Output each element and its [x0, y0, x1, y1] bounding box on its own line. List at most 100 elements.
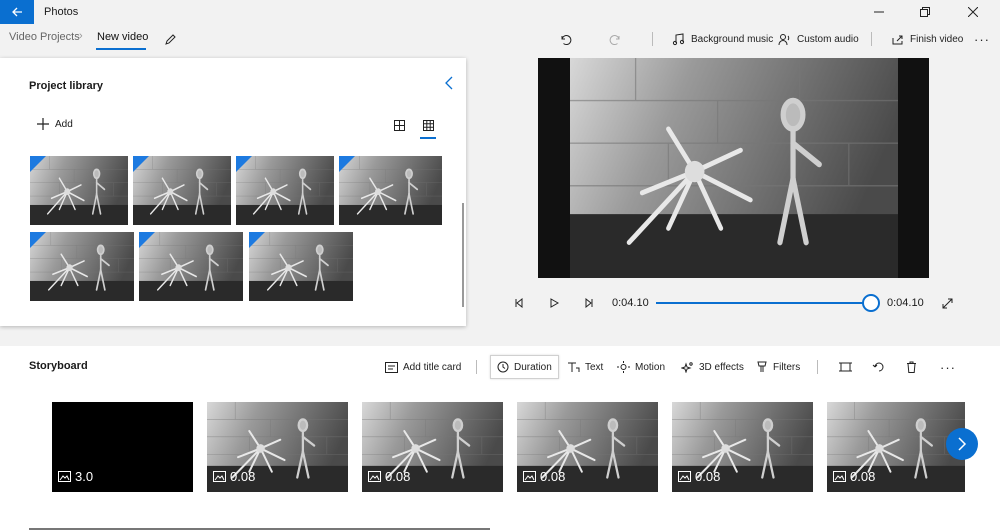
undo-button[interactable] [559, 28, 572, 50]
clip-duration-value: 0.08 [540, 469, 566, 484]
image-icon [678, 471, 691, 482]
text-button[interactable]: Text [567, 355, 603, 379]
fullscreen-button[interactable] [940, 296, 954, 310]
image-icon [523, 471, 536, 482]
chevron-left-icon [445, 76, 453, 90]
storyboard-more-button[interactable]: ··· [940, 355, 956, 379]
clip-duration: 3.0 [58, 469, 93, 484]
3d-effects-button[interactable]: 3D effects [681, 355, 744, 379]
library-thumbnail[interactable] [339, 156, 442, 225]
duration-button[interactable]: Duration [490, 355, 559, 379]
maximize-button[interactable] [902, 0, 948, 24]
add-media-button[interactable]: Add [37, 118, 73, 130]
library-thumbnail[interactable] [236, 156, 334, 225]
rename-button[interactable] [164, 28, 177, 50]
chevron-right-icon: › [79, 30, 83, 42]
playback-controls: 0:04.10 0:04.10 [500, 290, 970, 316]
sparkle-icon [681, 362, 693, 373]
storyboard-clip[interactable]: 0.08 [207, 402, 348, 492]
chevron-right-icon [958, 437, 967, 451]
clip-duration: 0.08 [678, 469, 720, 484]
video-preview[interactable] [538, 58, 929, 278]
close-icon [968, 7, 978, 17]
clip-duration-value: 0.08 [385, 469, 411, 484]
background-music-button[interactable]: Background music [672, 28, 773, 50]
title-bar: Photos [0, 0, 1000, 24]
storyboard-clip[interactable]: 0.08 [517, 402, 658, 492]
3d-effects-label: 3D effects [699, 361, 744, 373]
seek-bar[interactable] [656, 302, 872, 304]
trash-icon [907, 361, 916, 373]
add-label: Add [55, 118, 73, 130]
text-label: Text [585, 361, 604, 373]
back-button[interactable] [0, 0, 34, 24]
rotate-button[interactable] [872, 355, 885, 379]
breadcrumb-current[interactable]: New video [97, 31, 148, 43]
library-thumbnail[interactable] [30, 232, 134, 301]
toolbar-separator [871, 32, 872, 46]
more-options-button[interactable]: ··· [974, 28, 990, 50]
finish-video-button[interactable]: Finish video [891, 28, 963, 50]
resize-button[interactable] [839, 355, 852, 379]
next-frame-button[interactable] [582, 296, 596, 310]
close-button[interactable] [950, 0, 996, 24]
delete-button[interactable] [906, 355, 917, 379]
motion-button[interactable]: Motion [617, 355, 665, 379]
previous-frame-button[interactable] [512, 296, 526, 310]
storyboard-clip-title-card[interactable]: 3.0 [52, 402, 193, 492]
storyboard-separator [476, 360, 477, 374]
total-time: 0:04.10 [887, 297, 924, 309]
filters-label: Filters [773, 361, 801, 373]
storyboard-clip[interactable]: 0.08 [672, 402, 813, 492]
add-title-card-button[interactable]: Add title card [385, 355, 461, 379]
library-thumbnail[interactable] [139, 232, 243, 301]
motion-icon [617, 361, 630, 373]
storyboard-title: Storyboard [29, 360, 88, 372]
image-icon [833, 471, 846, 482]
grid-small-icon [422, 119, 434, 131]
large-thumbnails-view-button[interactable] [390, 116, 408, 134]
library-thumbnail[interactable] [249, 232, 353, 301]
storyboard-scrollbar[interactable] [29, 528, 490, 530]
clip-duration: 0.08 [523, 469, 565, 484]
duration-label: Duration [514, 361, 552, 373]
play-icon [550, 298, 559, 308]
library-thumbnail[interactable] [30, 156, 128, 225]
grid-large-icon [393, 119, 405, 131]
view-selected-indicator [420, 137, 436, 139]
add-title-card-label: Add title card [403, 361, 462, 373]
app-title: Photos [44, 6, 79, 18]
small-thumbnails-view-button[interactable] [419, 116, 437, 134]
storyboard-panel: Storyboard Add title card Duration Text … [0, 346, 1000, 532]
project-library-title: Project library [29, 80, 103, 92]
library-scrollbar[interactable] [462, 203, 464, 307]
custom-audio-button[interactable]: Custom audio [778, 28, 859, 50]
title-card-icon [385, 361, 398, 373]
breadcrumb-video-projects[interactable]: Video Projects [9, 31, 80, 43]
image-icon [213, 471, 226, 482]
restore-icon [920, 7, 930, 17]
collapse-library-button[interactable] [444, 76, 454, 90]
text-icon [568, 362, 580, 372]
seek-handle[interactable] [862, 294, 880, 312]
filter-icon [757, 361, 767, 372]
clip-duration: 0.08 [833, 469, 875, 484]
scroll-storyboard-right-button[interactable] [946, 428, 978, 460]
redo-button[interactable] [609, 28, 622, 50]
undo-icon [561, 34, 572, 45]
skip-back-icon [515, 298, 523, 308]
skip-forward-icon [585, 298, 593, 308]
storyboard-clip[interactable]: 0.08 [362, 402, 503, 492]
filters-button[interactable]: Filters [756, 355, 800, 379]
rotate-icon [872, 362, 884, 372]
person-audio-icon [778, 33, 790, 45]
minimize-button[interactable] [856, 0, 902, 24]
background-music-label: Background music [691, 33, 774, 45]
current-time: 0:04.10 [612, 297, 649, 309]
clip-duration: 0.08 [213, 469, 255, 484]
storyboard-clip[interactable]: 0.08 [827, 402, 965, 492]
pencil-icon [165, 33, 176, 45]
library-thumbnail[interactable] [133, 156, 231, 225]
play-button[interactable] [547, 296, 561, 310]
crop-icon [839, 362, 852, 372]
